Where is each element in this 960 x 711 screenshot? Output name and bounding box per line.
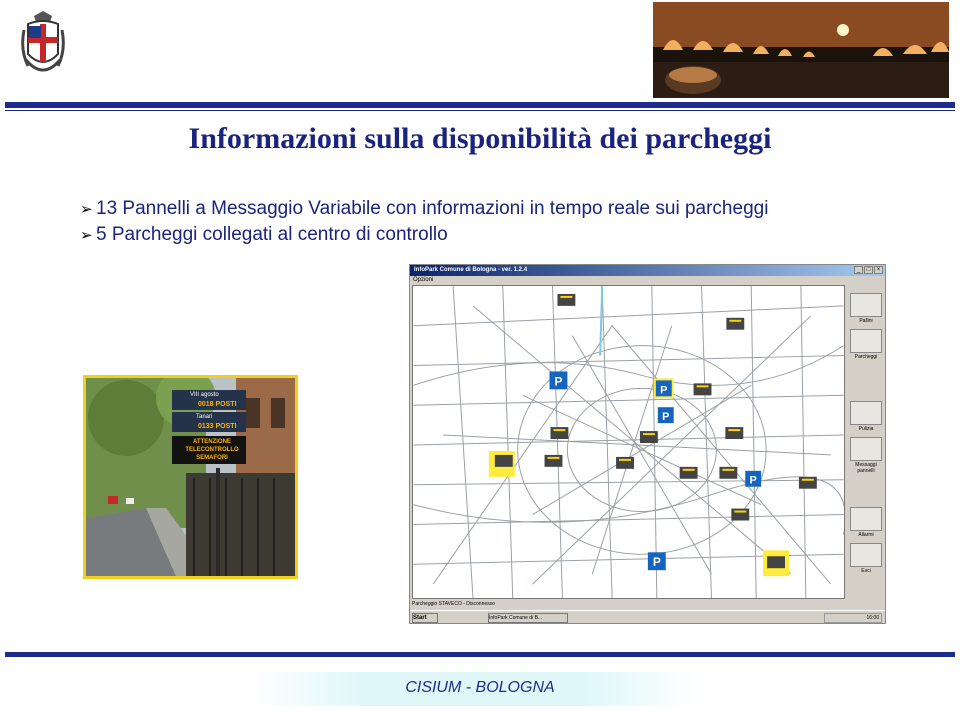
app-statusbar: Parcheggio STAVECO - Disconnesso <box>412 601 495 607</box>
bullet-text: 5 Parcheggi collegati al centro di contr… <box>96 224 448 245</box>
svg-text:P: P <box>750 475 757 487</box>
app-titlebar: InfoPark Comune di Bologna - ver. 1.2.4 … <box>410 265 885 276</box>
tool-label: Pallini <box>859 318 873 324</box>
pallini-button[interactable] <box>850 293 882 317</box>
maximize-button[interactable]: □ <box>864 266 873 274</box>
svg-text:P: P <box>653 555 661 569</box>
panel-line-6: TELECONTROLLO <box>185 447 239 453</box>
start-button[interactable]: Start <box>412 613 438 623</box>
panel-line-3: Tanari <box>196 414 213 420</box>
header-rule-thin <box>5 110 955 111</box>
variable-message-panel-photo: VIII agosto 0018 POSTI Tanari 0133 POSTI… <box>83 375 298 579</box>
tool-label: Messaggi pannelli <box>855 462 877 474</box>
bullet-text: 13 Pannelli a Messaggio Variabile con in… <box>96 198 769 219</box>
footer-text: CISIUM - BOLOGNA <box>405 679 555 696</box>
bullet-item: ➢ 13 Pannelli a Messaggio Variabile con i… <box>80 198 768 220</box>
pulizia-button[interactable] <box>850 401 882 425</box>
footer-rule <box>5 652 955 657</box>
panel-line-5: ATTENZIONE <box>193 439 231 445</box>
minimize-button[interactable]: _ <box>854 266 863 274</box>
svg-text:P: P <box>554 374 562 388</box>
header-rule <box>5 102 955 108</box>
slide-title: Informazioni sulla disponibilità dei par… <box>188 122 772 155</box>
menu-options[interactable]: Opzioni <box>413 276 433 285</box>
parcheggi-button[interactable] <box>850 329 882 353</box>
panel-line-1: VIII agosto <box>190 392 219 398</box>
panel-line-4: 0133 POSTI <box>198 423 237 430</box>
panel-message: ATTENZIONE TELECONTROLLO SEMAFORI <box>180 438 244 462</box>
panel-line-2: 0018 POSTI <box>198 401 237 408</box>
bologna-crest-logo <box>21 11 65 72</box>
taskbar-clock: 16:00 <box>824 613 882 623</box>
app-title: InfoPark Comune di Bologna - ver. 1.2.4 <box>414 267 528 273</box>
svg-text:P: P <box>660 384 667 396</box>
arrow-bullet-icon: ➢ <box>80 201 93 218</box>
taskbar-item[interactable]: InfoPark Comune di B... <box>488 613 568 623</box>
bologna-portico-photo <box>653 2 949 98</box>
messaggi-pannelli-button[interactable] <box>850 437 882 461</box>
arrow-bullet-icon: ➢ <box>80 227 93 244</box>
svg-text:P: P <box>662 411 669 423</box>
city-map[interactable]: P P P P P <box>412 285 845 599</box>
infopark-app-window: InfoPark Comune di Bologna - ver. 1.2.4 … <box>409 264 886 624</box>
windows-taskbar: Start InfoPark Comune di B... 16:00 <box>410 610 885 623</box>
tool-label: Parcheggi <box>854 354 878 360</box>
esci-button[interactable] <box>850 543 882 567</box>
close-button[interactable]: × <box>874 266 883 274</box>
tool-label: Esci <box>861 568 871 574</box>
tool-label: Pulizia <box>858 426 874 432</box>
allarmi-button[interactable] <box>850 507 882 531</box>
app-toolbar: Pallini Parcheggi Pulizia Messaggi panne… <box>847 285 885 599</box>
tool-label: Allarmi <box>858 532 874 538</box>
panel-line-7: SEMAFORI <box>196 455 228 461</box>
bullet-item: ➢ 5 Parcheggi collegati al centro di cont… <box>80 224 448 246</box>
